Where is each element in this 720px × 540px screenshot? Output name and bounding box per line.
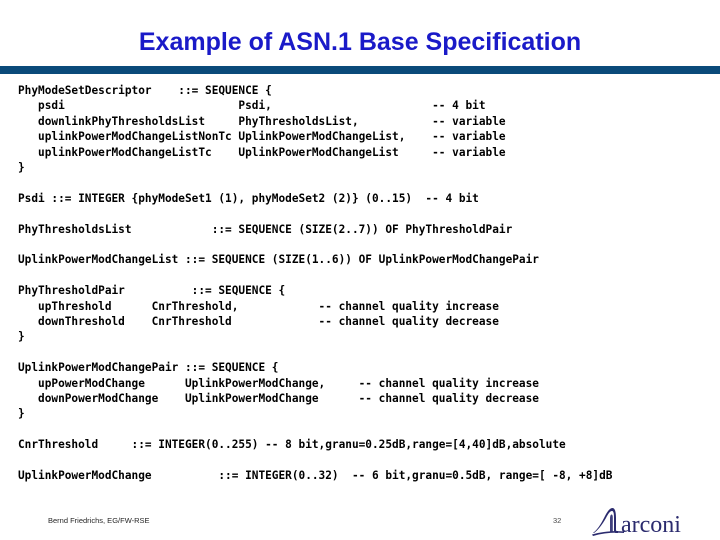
svg-text:arconi: arconi	[621, 512, 681, 538]
slide-footer: Bernd Friedrichs, EG/FW-RSE 32 arconi	[0, 505, 720, 540]
code-line: UplinkPowerModChangeList ::= SEQUENCE (S…	[18, 253, 539, 267]
code-line: Psdi ::= INTEGER {phyModeSet1 (1), phyMo…	[18, 191, 479, 205]
title-divider-rule	[0, 66, 720, 74]
code-line: PhyThresholdsList ::= SEQUENCE (SIZE(2..…	[18, 222, 513, 236]
code-line: uplinkPowerModChangeListNonTc UplinkPowe…	[18, 130, 506, 144]
marconi-logo: arconi	[588, 506, 708, 538]
code-line: }	[18, 161, 25, 175]
code-line: UplinkPowerModChangePair ::= SEQUENCE {	[18, 361, 279, 375]
slide-title-area: Example of ASN.1 Base Specification	[0, 20, 720, 66]
asn1-code-block: PhyModeSetDescriptor ::= SEQUENCE { psdi…	[18, 83, 718, 483]
code-line: psdi Psdi, -- 4 bit	[18, 99, 486, 113]
code-line: uplinkPowerModChangeListTc UplinkPowerMo…	[18, 145, 506, 159]
code-line: PhyModeSetDescriptor ::= SEQUENCE {	[18, 84, 272, 97]
code-line: upPowerModChange UplinkPowerModChange, -…	[18, 376, 539, 390]
footer-author-label: Bernd Friedrichs, EG/FW-RSE	[48, 516, 150, 525]
code-line: }	[18, 407, 25, 421]
page-title: Example of ASN.1 Base Specification	[138, 28, 582, 57]
code-line: CnrThreshold ::= INTEGER(0..255) -- 8 bi…	[18, 438, 566, 452]
code-line: PhyThresholdPair ::= SEQUENCE {	[18, 284, 286, 298]
page-number: 32	[553, 516, 562, 525]
code-line: }	[18, 330, 25, 344]
code-line: upThreshold CnrThreshold, -- channel qua…	[18, 299, 499, 313]
code-line: UplinkPowerModChange ::= INTEGER(0..32) …	[18, 469, 613, 483]
code-line: downlinkPhyThresholdsList PhyThresholdsL…	[18, 114, 506, 128]
code-line: downPowerModChange UplinkPowerModChange …	[18, 392, 539, 406]
code-line: downThreshold CnrThreshold -- channel qu…	[18, 315, 499, 329]
slide-canvas: Example of ASN.1 Base Specification PhyM…	[0, 0, 720, 540]
